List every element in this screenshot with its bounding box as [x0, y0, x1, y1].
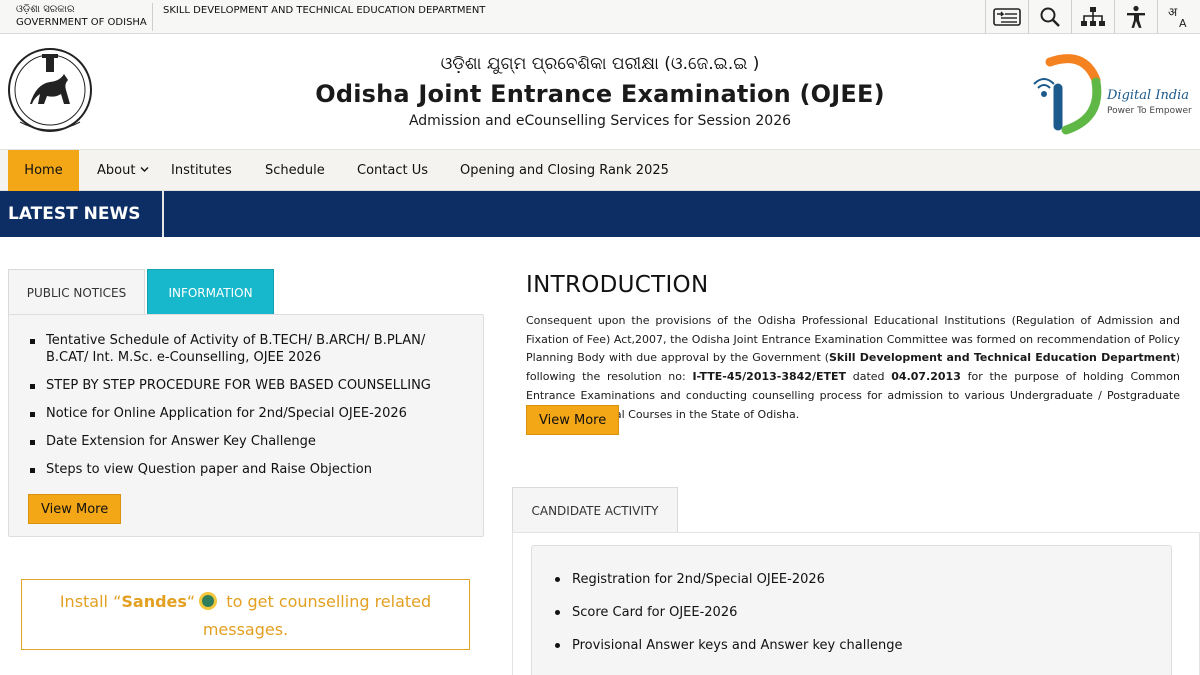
list-item[interactable]: STEP BY STEP PROCEDURE FOR WEB BASED COU… [27, 377, 467, 394]
latest-news-label: LATEST NEWS [0, 191, 164, 237]
digital-india-logo[interactable]: Digital India Power To Empower [1032, 48, 1197, 138]
sandes-app-icon [199, 592, 218, 610]
nav-contact-us[interactable]: Contact Us [357, 150, 428, 191]
topbar-divider [152, 3, 153, 31]
intro-view-more-button[interactable]: View More [526, 405, 620, 435]
list-item[interactable]: Notice for Online Application for 2nd/Sp… [27, 405, 467, 422]
search-icon[interactable] [1028, 0, 1071, 34]
list-item[interactable]: Provisional Answer keys and Answer key c… [554, 638, 902, 671]
department-name: SKILL DEVELOPMENT AND TECHNICAL EDUCATIO… [163, 5, 486, 16]
information-panel: Tentative Schedule of Activity of B.TECH… [8, 314, 484, 537]
candidate-activity-list: Registration for 2nd/Special OJEE-2026 S… [554, 572, 902, 671]
list-item[interactable]: Steps to view Question paper and Raise O… [27, 461, 467, 478]
chevron-down-icon [140, 167, 149, 172]
gov-topbar: ଓଡ଼ିଶା ସରକାର GOVERNMENT OF ODISHA SKILL … [0, 0, 1200, 34]
sandes-quote: “ [186, 592, 196, 611]
intro-date: 04.07.2013 [891, 370, 961, 384]
header-titles: ଓଡ଼ିଶା ଯୁଗ୍ମ ପ୍ରବେଶିକା ପରୀକ୍ଷା (ଓ.ଜେ.ଇ.ଇ… [250, 54, 950, 129]
sandes-prefix: Install “ [59, 592, 122, 611]
tab-candidate-activity[interactable]: CANDIDATE ACTIVITY [512, 487, 678, 533]
page-subtitle: Admission and eCounselling Services for … [408, 113, 792, 129]
nav-institutes[interactable]: Institutes [171, 150, 232, 191]
accessibility-icon[interactable] [1114, 0, 1157, 34]
sitemap-icon[interactable] [1071, 0, 1114, 34]
gov-label: ଓଡ଼ିଶା ସରକାର GOVERNMENT OF ODISHA [16, 3, 147, 29]
language-icon[interactable]: अA [1157, 0, 1200, 34]
tab-public-notices[interactable]: PUBLIC NOTICES [8, 269, 145, 315]
notices-view-more-button[interactable]: View More [28, 494, 122, 524]
skip-to-content-icon[interactable] [985, 0, 1028, 34]
sandes-install-box[interactable]: Install “Sandes“ to get counselling rela… [21, 579, 470, 650]
intro-resolution-no: I-TTE-45/2013-3842/ETET [692, 370, 847, 384]
latest-news-bar: LATEST NEWS [0, 191, 1200, 237]
gov-label-odia: ଓଡ଼ିଶା ସରକାର [16, 4, 75, 15]
introduction-heading: INTRODUCTION [526, 272, 709, 298]
list-item[interactable]: Date Extension for Answer Key Challenge [27, 433, 467, 450]
nav-about-label: About [97, 163, 136, 178]
svg-text:अ: अ [1168, 5, 1178, 19]
list-item[interactable]: Registration for 2nd/Special OJEE-2026 [554, 572, 902, 605]
tab-information[interactable]: INFORMATION [147, 269, 274, 315]
digital-india-tagline: Power To Empower [1107, 106, 1192, 116]
list-item[interactable]: Score Card for OJEE-2026 [554, 605, 902, 638]
svg-text:A: A [1179, 17, 1187, 29]
intro-part-3: dated [846, 370, 892, 384]
intro-department: Skill Development and Technical Educatio… [829, 351, 1176, 365]
information-list: Tentative Schedule of Activity of B.TECH… [27, 332, 467, 489]
candidate-activity-panel: Registration for 2nd/Special OJEE-2026 S… [531, 545, 1172, 675]
nav-opening-closing-rank[interactable]: Opening and Closing Rank 2025 [460, 150, 669, 191]
main-nav: Home About Institutes Schedule Contact U… [0, 149, 1200, 191]
sandes-suffix: to get counselling related messages. [202, 592, 432, 639]
odisha-emblem-logo[interactable] [6, 42, 94, 142]
list-item[interactable]: Tentative Schedule of Activity of B.TECH… [27, 332, 467, 366]
site-header: ଓଡ଼ିଶା ଯୁଗ୍ମ ପ୍ରବେଶିକା ପରୀକ୍ଷା (ଓ.ଜେ.ଇ.ଇ… [0, 34, 1200, 149]
odia-exam-title: ଓଡ଼ିଶା ଯୁଗ୍ମ ପ୍ରବେଶିକା ପରୀକ୍ଷା (ଓ.ଜେ.ଇ.ଇ… [440, 54, 760, 74]
sandes-app-name: Sandes [121, 592, 187, 611]
nav-about[interactable]: About [97, 150, 149, 191]
digital-india-mark-icon [1033, 54, 1102, 135]
introduction-text: Consequent upon the provisions of the Od… [526, 312, 1180, 424]
nav-home[interactable]: Home [8, 150, 79, 191]
gov-label-english: GOVERNMENT OF ODISHA [16, 17, 147, 28]
page-title: Odisha Joint Entrance Examination (OJEE) [315, 80, 885, 108]
digital-india-name: Digital India [1107, 88, 1190, 103]
nav-schedule[interactable]: Schedule [265, 150, 325, 191]
accessibility-tools: अA [985, 0, 1200, 34]
